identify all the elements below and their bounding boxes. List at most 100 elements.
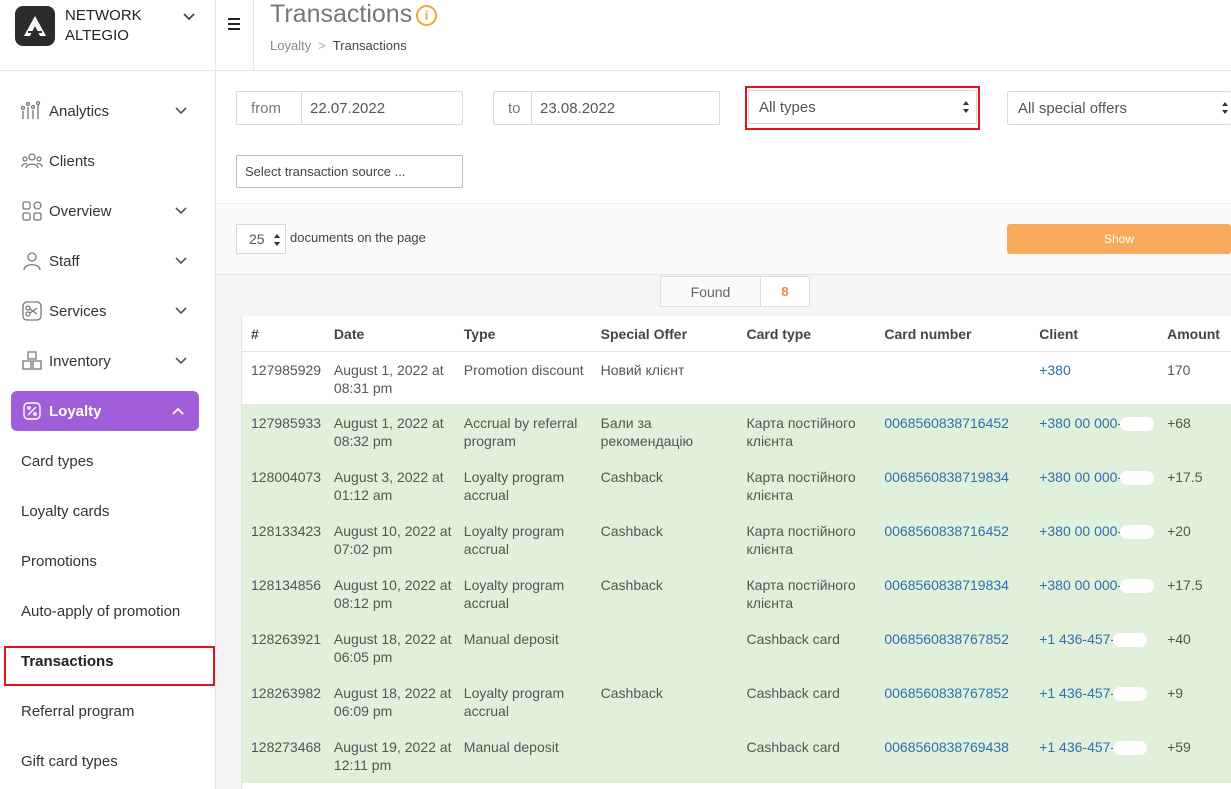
cell-client[interactable]: +1 436-457- [1030, 738, 1158, 783]
sidebar-item-analytics[interactable]: Analytics [0, 86, 216, 136]
column-header-amount: Amount [1167, 325, 1220, 342]
sidebar-subitem-loyalty-cards[interactable]: Loyalty cards [0, 486, 216, 536]
cell-type: Loyalty program accrual [463, 577, 565, 611]
date-to-value[interactable]: 23.08.2022 [532, 92, 623, 124]
table-row[interactable]: 128263982 August 18, 2022 at 06:09 pm Lo… [242, 675, 1231, 729]
cell-type: Loyalty program accrual [463, 523, 565, 557]
sidebar-subitem-referral[interactable]: Referral program [0, 686, 216, 736]
date-to-field[interactable]: to 23.08.2022 [493, 91, 720, 125]
cell-client[interactable]: +380 [1030, 361, 1158, 404]
special-offers-select[interactable]: All special offers [1007, 91, 1231, 125]
sidebar-item-label: Analytics [49, 102, 110, 120]
client-phone-link[interactable]: +380 00 000- [1039, 577, 1122, 593]
redaction-mask [1120, 579, 1155, 594]
cell-card-number[interactable]: 0068560838767852 [875, 684, 1030, 729]
cell-client[interactable]: +1 436-457- [1030, 630, 1158, 675]
cell-special-offer: Cashback [600, 577, 663, 593]
table-row[interactable]: 128133423 August 10, 2022 at 07:02 pm Lo… [242, 513, 1231, 567]
table-row[interactable]: 128263921 August 18, 2022 at 06:05 pm Ma… [242, 621, 1231, 675]
column-header-type: Type [463, 325, 496, 342]
chevron-down-icon [175, 307, 187, 315]
cell-amount: +17.5 [1167, 469, 1203, 485]
sidebar-subitem-gift-card-types[interactable]: Gift card types [0, 736, 216, 786]
cell-amount: +68 [1167, 415, 1191, 431]
client-phone-link[interactable]: +380 [1039, 362, 1071, 378]
cell-client[interactable]: +1 436-457- [1030, 684, 1158, 729]
redaction-mask [1120, 417, 1155, 432]
cell-card-type: Карта постійного клієнта [746, 469, 856, 503]
client-phone-link[interactable]: +1 436-457- [1039, 631, 1115, 647]
cell-amount: +17.5 [1167, 577, 1203, 593]
cell-client[interactable]: +380 00 000- [1030, 576, 1158, 621]
cell-amount: +9 [1167, 685, 1184, 701]
date-from-value[interactable]: 22.07.2022 [302, 92, 393, 124]
sidebar-subitem-label: Auto-apply of promotion [21, 602, 181, 620]
cell-num: 128263921 [251, 631, 322, 647]
cell-amount: 170 [1167, 362, 1191, 378]
cell-client[interactable]: +380 00 000- [1030, 522, 1158, 567]
cell-card-number[interactable]: 0068560838767852 [875, 630, 1030, 675]
client-phone-link[interactable]: +380 00 000- [1039, 469, 1122, 485]
sidebar-item-services[interactable]: Services [0, 286, 216, 336]
table-row[interactable]: 128273468 August 19, 2022 at 12:11 pm Ma… [242, 729, 1231, 783]
chevron-down-icon[interactable] [182, 10, 196, 24]
sidebar-item-staff[interactable]: Staff [0, 236, 216, 286]
header-divider [253, 0, 254, 71]
cell-client[interactable]: +380 00 000- [1030, 414, 1158, 459]
column-header-card-type: Card type [746, 325, 812, 342]
cell-card-number[interactable] [875, 361, 1030, 404]
analytics-icon [21, 100, 43, 122]
cell-num: 127985929 [251, 362, 322, 378]
cell-card-type: Карта постійного клієнта [746, 577, 856, 611]
info-icon[interactable]: i [416, 5, 437, 26]
client-phone-link[interactable]: +1 436-457- [1039, 685, 1115, 701]
redaction-mask [1120, 471, 1155, 486]
sidebar-item-inventory[interactable]: Inventory [0, 336, 216, 386]
sidebar-item-clients[interactable]: Clients [0, 136, 216, 186]
cell-card-number[interactable]: 0068560838719834 [875, 468, 1030, 513]
table-row[interactable]: 128134856 August 10, 2022 at 08:12 pm Lo… [242, 567, 1231, 621]
boxes-icon [21, 350, 43, 372]
client-phone-link[interactable]: +380 00 000- [1039, 523, 1122, 539]
table-header: # Date Type Special Offer Card type Card… [242, 316, 1231, 352]
cell-card-number[interactable]: 0068560838716452 [875, 522, 1030, 567]
cell-special-offer: Новий клієнт [600, 362, 685, 378]
sidebar-item-overview[interactable]: Overview [0, 186, 216, 236]
sidebar-subitem-auto-apply[interactable]: Auto-apply of promotion [0, 586, 216, 636]
date-from-field[interactable]: from 22.07.2022 [236, 91, 463, 125]
table-row[interactable]: 128004073 August 3, 2022 at 01:12 am Loy… [242, 459, 1231, 513]
sidebar-item-loyalty[interactable]: Loyalty [11, 391, 199, 431]
sidebar-subitem-label: Card types [21, 452, 94, 470]
chevron-down-icon [175, 257, 187, 265]
show-button[interactable]: Show [1007, 224, 1231, 254]
breadcrumb-link-loyalty[interactable]: Loyalty [270, 38, 311, 53]
breadcrumb-separator: > [318, 38, 326, 53]
sidebar-subitem-card-types[interactable]: Card types [0, 436, 216, 486]
cell-num: 128004073 [251, 469, 322, 485]
users-icon [21, 150, 43, 172]
per-page-select[interactable]: 25 [236, 224, 286, 254]
transaction-source-input[interactable]: Select transaction source ... [236, 155, 463, 188]
table-row[interactable]: 127985933 August 1, 2022 at 08:32 pm Acc… [242, 405, 1231, 459]
column-header-num: # [251, 325, 259, 342]
sidebar-subitem-label: Promotions [21, 552, 97, 570]
cell-client[interactable]: +380 00 000- [1030, 468, 1158, 513]
hamburger-menu-icon[interactable] [226, 16, 242, 32]
cell-card-number[interactable]: 0068560838716452 [875, 414, 1030, 459]
cell-card-type: Cashback card [746, 685, 840, 701]
sidebar-item-label: Overview [49, 202, 112, 220]
redaction-mask [1120, 525, 1155, 540]
results-toolbar: 25 documents on the page Show [216, 204, 1231, 275]
cell-special-offer: Cashback [600, 523, 663, 539]
sidebar-subitem-promotions[interactable]: Promotions [0, 536, 216, 586]
client-phone-link[interactable]: +1 436-457- [1039, 739, 1115, 755]
cell-card-number[interactable]: 0068560838769438 [875, 738, 1030, 783]
cell-num: 128134856 [251, 577, 322, 593]
cell-date: August 10, 2022 at 07:02 pm [333, 523, 452, 557]
brand-header[interactable]: NETWORK ALTEGIO [0, 0, 215, 71]
cell-date: August 1, 2022 at 08:32 pm [333, 415, 444, 449]
table-row[interactable]: 127985929 August 1, 2022 at 08:31 pm Pro… [242, 352, 1231, 405]
cell-card-number[interactable]: 0068560838719834 [875, 576, 1030, 621]
cell-type: Loyalty program accrual [463, 685, 565, 719]
client-phone-link[interactable]: +380 00 000- [1039, 415, 1122, 431]
